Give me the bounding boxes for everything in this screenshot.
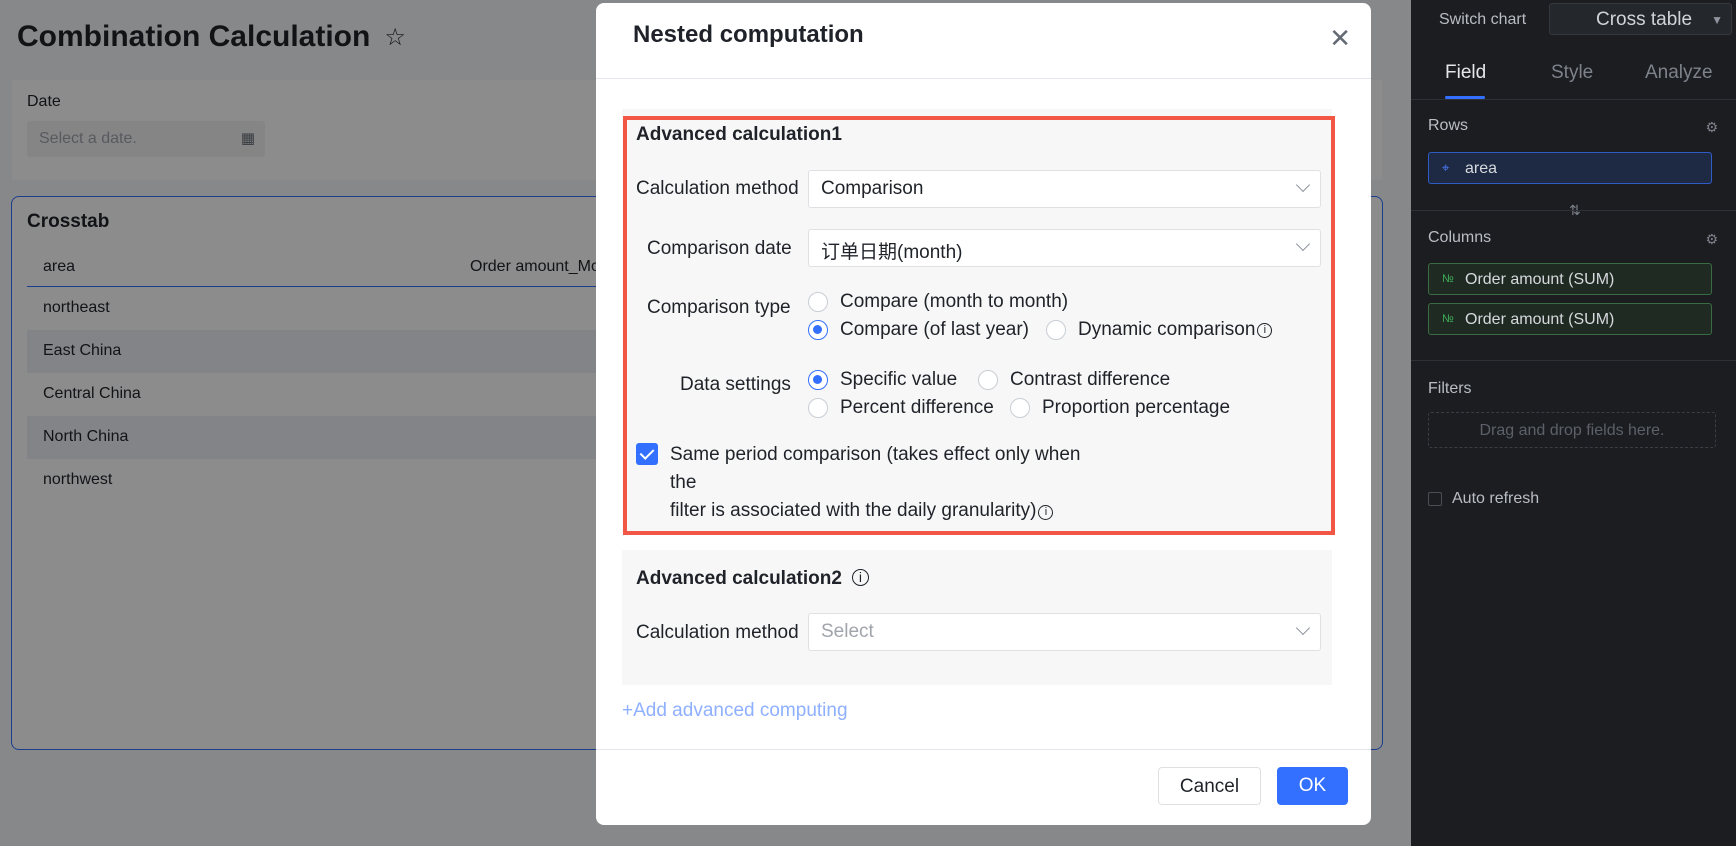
columns-gear-icon[interactable]: ⚙: [1705, 231, 1718, 248]
data-settings-label: Data settings: [680, 374, 791, 395]
checkbox-box: [1428, 492, 1442, 506]
chevron-down-icon: [1295, 177, 1311, 193]
caret-down-icon: ▼: [1711, 13, 1723, 27]
radio-label: Proportion percentage: [1042, 397, 1231, 418]
rows-field-pill[interactable]: ⌖ area: [1428, 152, 1712, 184]
chevron-down-icon: [1295, 620, 1311, 636]
info-icon[interactable]: i: [1038, 505, 1054, 520]
columns-field-pill[interactable]: № Order amount (SUM): [1428, 263, 1712, 295]
radio-circle: [1010, 398, 1030, 418]
checkbox-checked: [636, 443, 658, 465]
info-icon[interactable]: i: [1257, 322, 1273, 338]
radio-percent-difference[interactable]: Percent difference: [808, 397, 994, 419]
radio-circle-selected: [808, 320, 828, 340]
radio-dynamic-comparison[interactable]: Dynamic comparison i: [1046, 319, 1273, 341]
calc1-method-value: Comparison: [821, 178, 924, 199]
radio-circle: [808, 292, 828, 312]
comparison-type-label: Comparison type: [647, 297, 791, 318]
nested-computation-dialog: Nested computation ✕ Advanced calculatio…: [596, 3, 1371, 825]
number-icon: №: [1442, 273, 1454, 285]
columns-field-label: Order amount (SUM): [1465, 311, 1615, 328]
radio-proportion-percentage[interactable]: Proportion percentage: [1010, 397, 1230, 419]
number-icon: №: [1442, 313, 1454, 325]
dialog-title: Nested computation: [633, 21, 864, 48]
close-icon[interactable]: ✕: [1329, 25, 1351, 51]
advanced-calculation-2: Advanced calculation2 i Calculation metho…: [622, 550, 1332, 685]
tab-analyze[interactable]: Analyze: [1645, 62, 1713, 84]
filters-label: Filters: [1428, 380, 1472, 397]
radio-compare-month-to-month[interactable]: Compare (month to month): [808, 291, 1068, 313]
chart-config-panel: Switch chart Cross table ▼ Field Style A…: [1411, 0, 1736, 846]
columns-field-pill[interactable]: № Order amount (SUM): [1428, 303, 1712, 335]
columns-label: Columns: [1428, 229, 1492, 246]
switch-chart-label: Switch chart: [1439, 11, 1527, 28]
divider: [596, 749, 1371, 750]
radio-contrast-difference[interactable]: Contrast difference: [978, 369, 1170, 391]
rows-field-label: area: [1465, 160, 1498, 177]
calc2-method-select[interactable]: Select: [808, 613, 1321, 651]
columns-field-label: Order amount (SUM): [1465, 271, 1615, 288]
panel-tabs: Field Style Analyze: [1411, 52, 1736, 100]
radio-circle: [1046, 320, 1066, 340]
filters-drop-zone[interactable]: Drag and drop fields here.: [1428, 412, 1716, 448]
calc2-title: Advanced calculation2 i: [636, 568, 869, 590]
calc2-method-placeholder: Select: [821, 621, 874, 642]
comparison-date-value: 订单日期(month): [821, 242, 963, 263]
rows-label: Rows: [1428, 117, 1469, 134]
comparison-date-label: Comparison date: [647, 238, 792, 259]
calc1-method-label: Calculation method: [636, 178, 799, 199]
info-icon[interactable]: i: [851, 569, 869, 586]
chart-type-value: Cross table: [1596, 9, 1693, 30]
radio-label: Contrast difference: [1010, 369, 1171, 390]
same-period-text: Same period comparison (takes effect onl…: [670, 441, 1110, 525]
radio-compare-last-year[interactable]: Compare (of last year): [808, 319, 1029, 341]
same-period-line1: Same period comparison (takes effect onl…: [670, 444, 1081, 493]
radio-circle-selected: [808, 370, 828, 390]
radio-circle: [978, 370, 998, 390]
tab-field[interactable]: Field: [1445, 62, 1486, 84]
divider: [1411, 360, 1736, 361]
auto-refresh-label: Auto refresh: [1452, 490, 1540, 507]
advanced-calculation-1: Advanced calculation1 Calculation method…: [622, 109, 1332, 533]
same-period-line2: filter is associated with the daily gran…: [670, 500, 1037, 521]
radio-label: Specific value: [840, 369, 958, 390]
comparison-date-select[interactable]: 订单日期(month): [808, 229, 1321, 267]
divider: [596, 78, 1371, 79]
rows-gear-icon[interactable]: ⚙: [1705, 119, 1718, 136]
radio-circle: [808, 398, 828, 418]
radio-label: Percent difference: [840, 397, 994, 418]
radio-specific-value[interactable]: Specific value: [808, 369, 957, 391]
add-advanced-computing-link[interactable]: +Add advanced computing: [622, 700, 848, 722]
tab-style[interactable]: Style: [1551, 62, 1593, 84]
active-tab-indicator: [1445, 96, 1485, 99]
auto-refresh-checkbox[interactable]: Auto refresh: [1428, 490, 1539, 508]
chart-type-select[interactable]: Cross table ▼: [1549, 3, 1732, 35]
calc2-title-text: Advanced calculation2: [636, 568, 842, 589]
radio-label: Compare (month to month): [840, 291, 1069, 312]
location-pin-icon: ⌖: [1442, 160, 1450, 175]
calc2-method-label: Calculation method: [636, 622, 799, 643]
same-period-checkbox[interactable]: Same period comparison (takes effect onl…: [636, 441, 1110, 525]
ok-button[interactable]: OK: [1277, 767, 1348, 805]
divider: [1411, 210, 1736, 211]
radio-label: Compare (of last year): [840, 319, 1030, 340]
switch-chart-row: Switch chart Cross table ▼: [1427, 0, 1732, 38]
calc1-title: Advanced calculation1: [636, 124, 842, 145]
radio-label: Dynamic comparison: [1078, 319, 1256, 340]
cancel-button[interactable]: Cancel: [1158, 767, 1261, 805]
calc1-method-select[interactable]: Comparison: [808, 170, 1321, 208]
chevron-down-icon: [1295, 236, 1311, 252]
